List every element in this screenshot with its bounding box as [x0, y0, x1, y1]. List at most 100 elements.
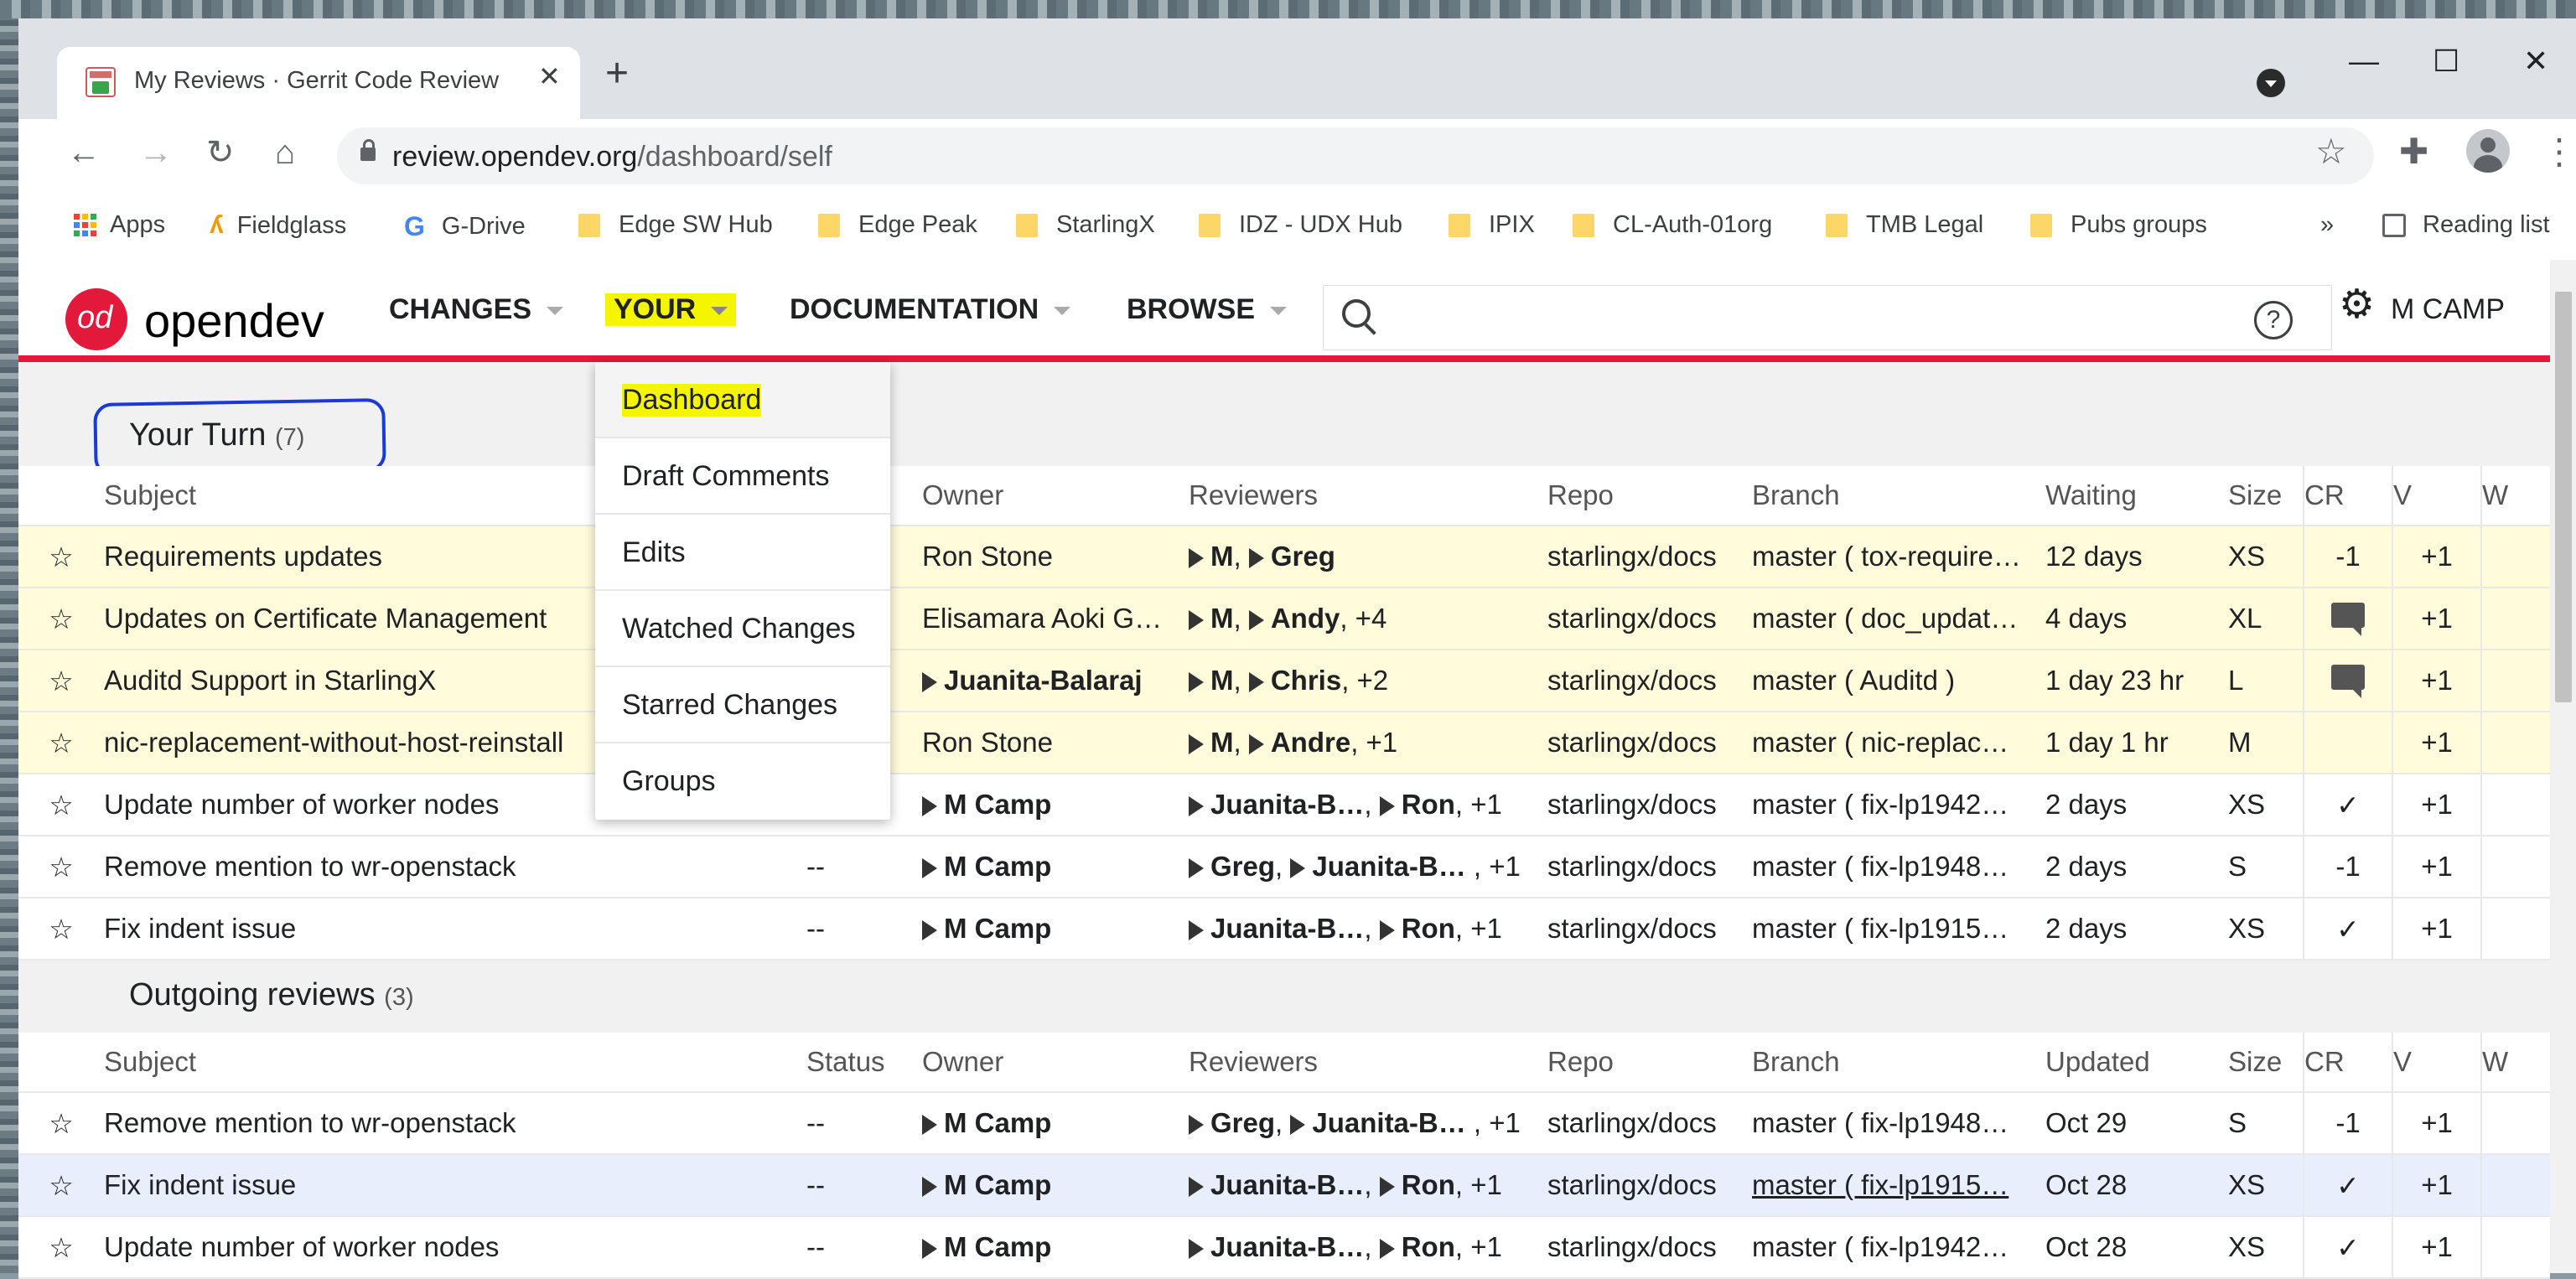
star-icon[interactable]: ☆ [18, 650, 104, 712]
change-owner[interactable]: M Camp [922, 898, 1189, 961]
bookmark-pubs-groups[interactable]: Pubs groups [2030, 211, 2207, 239]
change-repo[interactable]: starlingx/docs [1547, 588, 1752, 650]
bookmark-apps[interactable]: Apps [74, 211, 165, 239]
reload-icon[interactable]: ↻ [206, 136, 235, 169]
close-window-icon[interactable]: ✕ [2523, 44, 2548, 79]
bookmark-starlingx[interactable]: StarlingX [1016, 211, 1155, 239]
forward-icon[interactable]: → [139, 136, 173, 169]
bookmark-cl-auth[interactable]: CL-Auth-01org [1573, 211, 1772, 239]
bookmark-star-icon[interactable]: ☆ [2315, 131, 2347, 172]
change-repo[interactable]: starlingx/docs [1547, 1092, 1752, 1155]
change-reviewers[interactable]: M, Chris, +2 [1189, 650, 1547, 712]
bookmark-edge-sw-hub[interactable]: Edge SW Hub [578, 211, 773, 239]
change-reviewers[interactable]: Juanita-B…, Ron, +1 [1189, 898, 1547, 961]
opendev-logo-icon[interactable] [65, 288, 127, 350]
gear-icon[interactable]: ⚙ [2339, 285, 2375, 325]
change-reviewers[interactable]: Juanita-B…, Ron, +1 [1189, 774, 1547, 836]
star-icon[interactable]: ☆ [18, 898, 104, 961]
scrollbar-thumb[interactable] [2555, 292, 2572, 702]
change-branch[interactable]: master ( fix-lp1915… [1752, 1154, 2045, 1217]
profile-avatar[interactable] [2466, 129, 2510, 173]
change-reviewers[interactable]: M, Greg [1189, 526, 1547, 588]
table-row[interactable]: ☆ Auditd Support in StarlingX Juanita-Ba… [18, 650, 2550, 712]
new-tab-icon[interactable]: + [605, 54, 629, 94]
change-subject[interactable]: Remove mention to wr-openstack [104, 836, 806, 898]
change-subject[interactable]: Fix indent issue [104, 1154, 806, 1217]
search-icon[interactable] [1342, 299, 1371, 328]
table-row[interactable]: ☆ Fix indent issue -- M Camp Juanita-B…,… [18, 1154, 2550, 1217]
star-icon[interactable]: ☆ [18, 588, 104, 650]
nav-browse[interactable]: BROWSE [1127, 293, 1287, 326]
change-owner[interactable]: M Camp [922, 1092, 1189, 1155]
nav-your[interactable]: YOUR [605, 293, 737, 326]
change-branch[interactable]: master ( fix-lp1915… [1752, 898, 2045, 961]
change-reviewers[interactable]: Greg, Juanita-B… , +1 [1189, 836, 1547, 898]
change-owner[interactable]: M Camp [922, 836, 1189, 898]
menu-item-dashboard[interactable]: Dashboard [595, 362, 890, 438]
active-tab[interactable]: My Reviews · Gerrit Code Review ✕ [57, 47, 580, 119]
change-reviewers[interactable]: Greg, Juanita-B… , +1 [1189, 1092, 1547, 1155]
change-branch[interactable]: master ( doc_updat… [1752, 588, 2045, 650]
star-icon[interactable]: ☆ [18, 1216, 104, 1279]
user-menu[interactable]: M CAMP [2391, 293, 2505, 326]
back-icon[interactable]: ← [67, 136, 101, 169]
menu-item-groups[interactable]: Groups [595, 743, 890, 820]
change-subject[interactable]: Fix indent issue [104, 898, 806, 961]
url-text[interactable]: review.opendev.org/dashboard/self [392, 141, 832, 173]
change-reviewers[interactable]: Juanita-B…, Ron, +1 [1189, 1154, 1547, 1217]
reading-list[interactable]: Reading list [2382, 211, 2550, 239]
table-row[interactable]: ☆ Remove mention to wr-openstack -- M Ca… [18, 836, 2550, 898]
close-tab-icon[interactable]: ✕ [538, 60, 561, 92]
help-icon[interactable]: ? [2254, 301, 2293, 339]
change-owner[interactable]: Ron Stone [922, 712, 1189, 774]
change-owner[interactable]: M Camp [922, 1154, 1189, 1217]
menu-item-edits[interactable]: Edits [595, 515, 890, 591]
star-icon[interactable]: ☆ [18, 774, 104, 836]
opendev-logo-text[interactable]: opendev [144, 293, 324, 348]
menu-item-watched-changes[interactable]: Watched Changes [595, 591, 890, 667]
bookmark-g-drive[interactable]: G G-Drive [404, 211, 526, 242]
star-icon[interactable]: ☆ [18, 1154, 104, 1217]
bookmark-idz-udx-hub[interactable]: IDZ - UDX Hub [1199, 211, 1402, 239]
table-row[interactable]: ☆ Update number of worker nodes -- M Cam… [18, 774, 2550, 836]
home-icon[interactable]: ⌂ [275, 136, 295, 169]
maximize-icon[interactable]: ☐ [2433, 44, 2459, 79]
change-branch[interactable]: master ( fix-lp1948… [1752, 1092, 2045, 1155]
table-row[interactable]: ☆ nic-replacement-without-host-reinstall… [18, 712, 2550, 774]
minimize-icon[interactable]: — [2349, 44, 2379, 79]
change-repo[interactable]: starlingx/docs [1547, 1216, 1752, 1279]
change-branch[interactable]: master ( nic-replac… [1752, 712, 2045, 774]
lock-icon[interactable] [360, 139, 376, 161]
change-repo[interactable]: starlingx/docs [1547, 836, 1752, 898]
bookmark-tmb-legal[interactable]: TMB Legal [1826, 211, 1983, 239]
table-row[interactable]: ☆ Fix indent issue -- M Camp Juanita-B…,… [18, 898, 2550, 961]
star-icon[interactable]: ☆ [18, 836, 104, 898]
change-reviewers[interactable]: M, Andre, +1 [1189, 712, 1547, 774]
change-repo[interactable]: starlingx/docs [1547, 526, 1752, 588]
search-input[interactable]: ? [1323, 285, 2332, 350]
change-owner[interactable]: Elisamara Aoki G… [922, 588, 1189, 650]
change-owner[interactable]: M Camp [922, 774, 1189, 836]
address-bar[interactable]: review.opendev.org/dashboard/self [337, 127, 2374, 184]
change-branch[interactable]: master ( fix-lp1942… [1752, 1216, 2045, 1279]
change-owner[interactable]: Juanita-Balaraj [922, 650, 1189, 712]
nav-documentation[interactable]: DOCUMENTATION [790, 293, 1071, 326]
change-branch[interactable]: master ( Auditd ) [1752, 650, 2045, 712]
menu-item-draft-comments[interactable]: Draft Comments [595, 438, 890, 515]
star-icon[interactable]: ☆ [18, 1092, 104, 1155]
bookmark-ipix[interactable]: IPIX [1449, 211, 1535, 239]
change-repo[interactable]: starlingx/docs [1547, 650, 1752, 712]
change-subject[interactable]: Update number of worker nodes [104, 1216, 806, 1279]
change-repo[interactable]: starlingx/docs [1547, 712, 1752, 774]
change-reviewers[interactable]: M, Andy, +4 [1189, 588, 1547, 650]
change-branch[interactable]: master ( fix-lp1948… [1752, 836, 2045, 898]
change-owner[interactable]: Ron Stone [922, 526, 1189, 588]
bookmark-edge-peak[interactable]: Edge Peak [818, 211, 977, 239]
browser-menu-icon[interactable]: ⋮ [2542, 131, 2576, 172]
change-owner[interactable]: M Camp [922, 1216, 1189, 1279]
page-scrollbar[interactable] [2550, 260, 2576, 1273]
change-repo[interactable]: starlingx/docs [1547, 898, 1752, 961]
tab-search-icon[interactable] [2257, 69, 2285, 97]
change-reviewers[interactable]: Juanita-B…, Ron, +1 [1189, 1216, 1547, 1279]
star-icon[interactable]: ☆ [18, 526, 104, 588]
